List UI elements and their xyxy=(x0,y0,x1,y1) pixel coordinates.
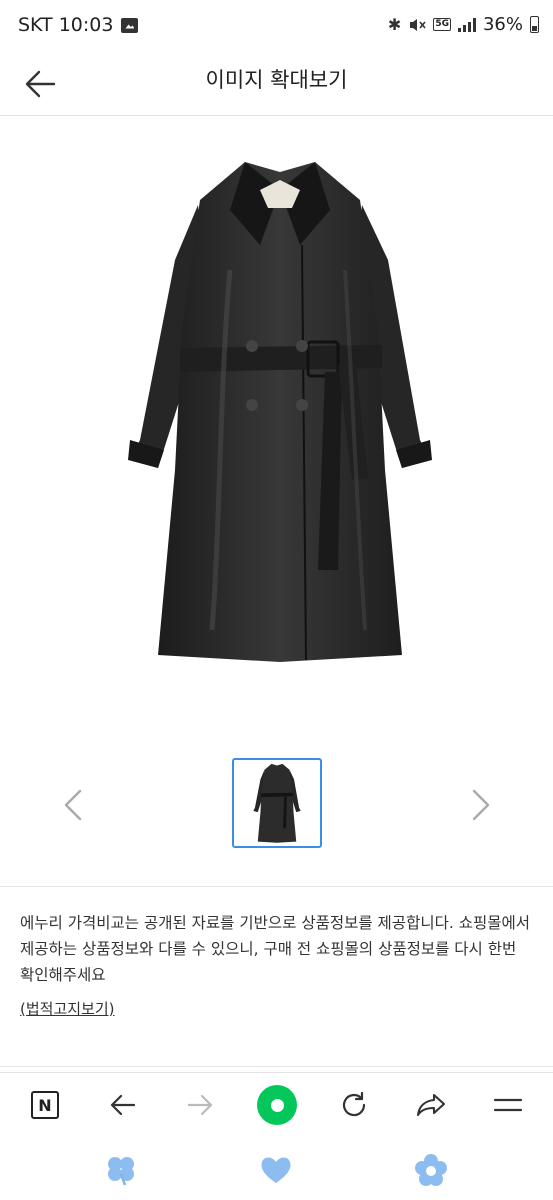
naver-home-icon: N xyxy=(31,1091,59,1119)
signal-icon xyxy=(457,17,476,32)
naver-home-button[interactable]: N xyxy=(23,1083,67,1127)
header: 이미지 확대보기 xyxy=(0,52,553,116)
page-title: 이미지 확대보기 xyxy=(205,68,348,92)
share-button[interactable] xyxy=(409,1083,453,1127)
mute-icon xyxy=(410,18,426,31)
gallery-notification-icon xyxy=(121,17,139,33)
refresh-icon xyxy=(342,1091,366,1117)
thumbnail-selected[interactable] xyxy=(232,758,322,848)
green-dot-icon xyxy=(257,1085,297,1125)
divider xyxy=(0,1066,553,1067)
heart-icon xyxy=(261,1157,291,1183)
legal-notice-link[interactable]: (법적고지보기) xyxy=(20,998,115,1019)
green-dot-button[interactable] xyxy=(255,1083,299,1127)
forward-icon xyxy=(187,1094,213,1116)
flower-icon xyxy=(415,1154,447,1186)
menu-icon xyxy=(493,1098,523,1112)
clover-button[interactable] xyxy=(103,1152,139,1188)
next-image-button[interactable] xyxy=(466,785,496,825)
bluetooth-icon: ✱ xyxy=(387,15,402,34)
browser-forward-button[interactable] xyxy=(178,1083,222,1127)
browser-back-button[interactable] xyxy=(101,1083,145,1127)
trench-coat-image xyxy=(128,162,432,662)
battery-icon xyxy=(530,16,539,33)
menu-button[interactable] xyxy=(486,1083,530,1127)
status-bar: SKT 10:03 ✱ 5G 36% xyxy=(0,0,553,52)
refresh-button[interactable] xyxy=(332,1083,376,1127)
chevron-left-icon xyxy=(64,789,82,821)
battery-percent: 36% xyxy=(482,14,523,35)
divider xyxy=(0,886,553,887)
prev-image-button[interactable] xyxy=(58,785,88,825)
browser-toolbar: N xyxy=(0,1072,553,1136)
share-icon xyxy=(416,1093,446,1117)
network-5g-badge: 5G xyxy=(433,18,451,31)
flower-button[interactable] xyxy=(413,1152,449,1188)
heart-button[interactable] xyxy=(258,1152,294,1188)
bottom-icon-row xyxy=(0,1140,553,1200)
status-right: ✱ 5G 36% xyxy=(388,14,539,35)
trench-coat-thumbnail xyxy=(253,763,301,843)
price-notice-text: 에누리 가격비교는 공개된 자료를 기반으로 상품정보를 제공합니다. 쇼핑몰에… xyxy=(20,914,530,984)
chevron-right-icon xyxy=(472,789,490,821)
back-icon xyxy=(110,1094,136,1116)
product-image[interactable] xyxy=(120,150,440,670)
clover-icon xyxy=(108,1157,134,1186)
carrier-time: SKT 10:03 xyxy=(18,14,114,36)
status-left: SKT 10:03 xyxy=(18,14,139,36)
